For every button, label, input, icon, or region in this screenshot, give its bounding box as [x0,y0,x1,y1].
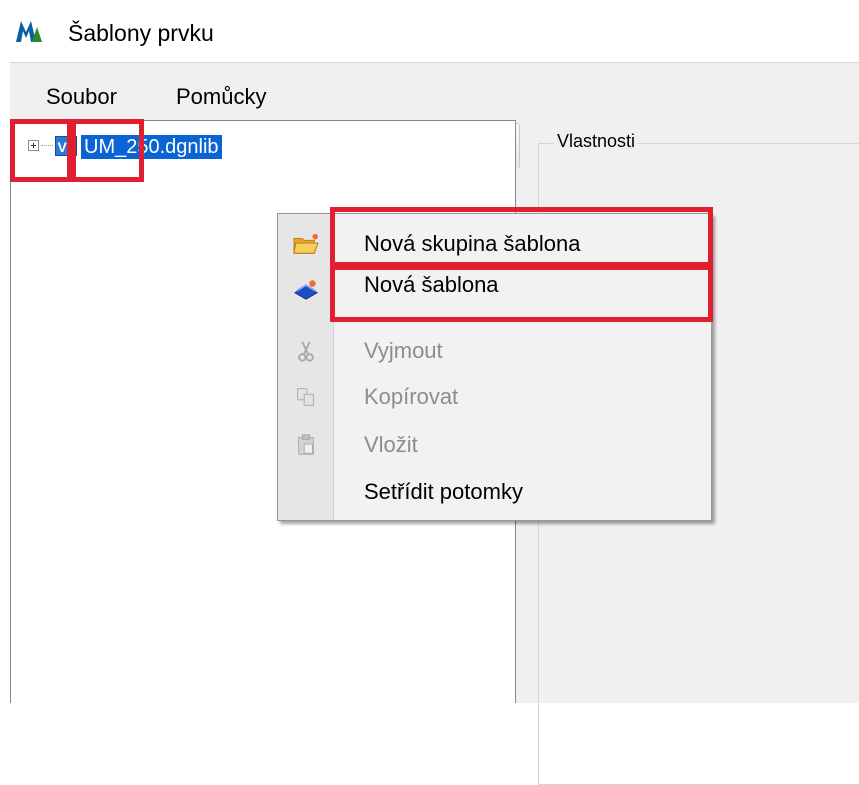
app-logo-icon [16,21,42,42]
menu-item-paste[interactable]: Vložit [278,425,711,465]
menu-pomucky[interactable]: Pomůcky [176,84,266,110]
menu-item-label: Setřídit potomky [364,479,523,504]
menu-item-cut[interactable]: Vyjmout [278,331,711,371]
highlight-menu-new-group [330,207,713,267]
highlight-menu-new-template [330,265,713,322]
menu-item-label: Vyjmout [364,338,443,363]
window-title: Šablony prvku [68,20,214,46]
menu-item-sort-children[interactable]: Setřídit potomky [278,472,711,512]
highlight-new-group-button [10,119,72,182]
title-bar: Šablony prvku [0,0,859,60]
menu-soubor[interactable]: Soubor [46,84,117,110]
paste-icon [298,434,314,455]
menu-item-label: Kopírovat [364,384,459,409]
properties-title: Vlastnosti [554,131,639,152]
cut-icon [298,341,314,362]
copy-icon [297,388,314,406]
menu-item-copy[interactable]: Kopírovat [278,377,711,417]
new-template-icon [294,280,318,300]
new-group-folder-icon [293,233,319,254]
highlight-new-template-button [71,119,144,182]
menu-item-label: Vložit [364,432,418,457]
